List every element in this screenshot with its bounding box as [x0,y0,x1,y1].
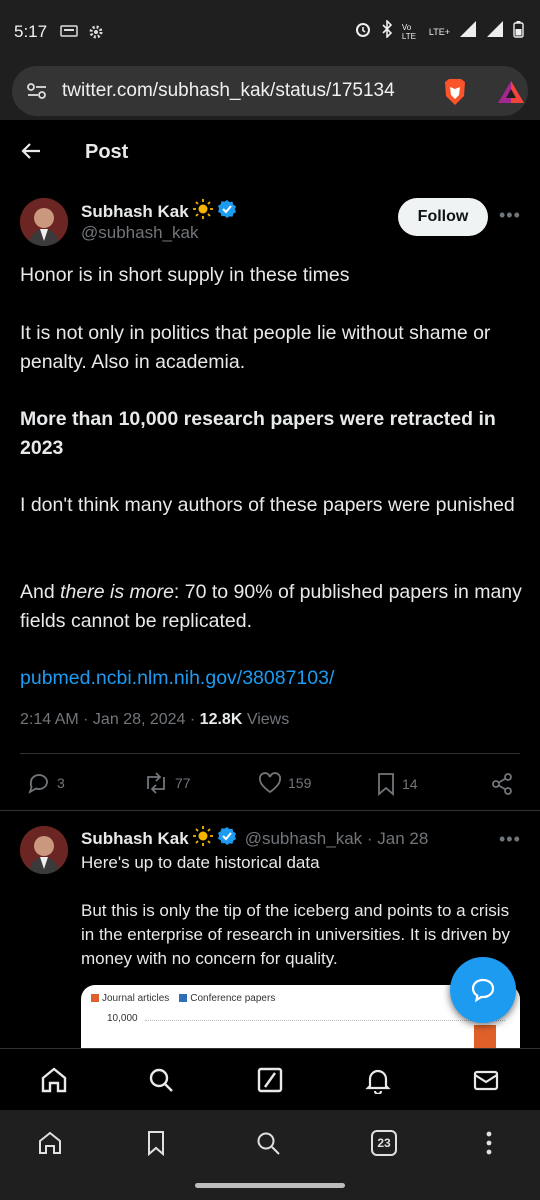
tweet-date[interactable]: Jan 28, 2024 [93,711,186,728]
tweet-text-line: Honor is in short supply in these times [20,264,350,286]
tweet-actions: 3 77 159 14 [0,767,540,801]
reply-count: 3 [57,775,65,791]
browser-search-icon[interactable] [255,1130,281,1161]
chart-legend: Journal articles Conference papers [91,993,275,1004]
back-arrow-icon[interactable] [20,140,42,167]
chart-bar [474,1025,496,1050]
reply-avatar[interactable] [20,826,68,874]
sun-icon [192,826,213,851]
brave-rewards-icon[interactable] [497,80,525,109]
notifications-bell-icon[interactable] [364,1066,392,1099]
author-name[interactable]: Subhash Kak [81,199,237,224]
status-time: 5:17 [14,22,48,41]
share-icon [492,773,512,795]
avatar[interactable] [20,198,68,246]
url-bar[interactable]: twitter.com/subhash_kak/status/175134 [12,66,528,116]
search-icon[interactable] [147,1066,175,1099]
url-text[interactable]: twitter.com/subhash_kak/status/175134 [62,80,432,102]
bookmark-count: 14 [402,776,418,792]
post-header: Post [0,120,540,184]
like-count: 159 [288,775,312,791]
divider [20,753,520,754]
tweet-text-paragraph: I don't think many authors of these pape… [20,494,515,516]
tweet-text-paragraph: It is not only in politics that people l… [20,322,491,373]
repost-icon [147,772,165,794]
page-title: Post [85,141,129,163]
chart-y-tick: 10,000 [107,1013,138,1024]
reply-text-paragraph: But this is only the tip of the iceberg … [81,901,510,968]
reply-text-line: Here's up to date historical data [81,853,320,872]
bookmark-icon [378,773,394,796]
gesture-bar[interactable] [195,1183,345,1188]
lte-label: LTE+ [428,26,450,37]
tab-switcher-button[interactable]: 23 [371,1130,397,1156]
home-icon[interactable] [40,1066,68,1099]
repost-count: 77 [175,775,191,791]
compose-reply-button[interactable] [450,957,516,1023]
browser-home-icon[interactable] [37,1130,63,1161]
reply-author-name[interactable]: Subhash Kak [81,829,189,849]
bluetooth-icon [381,19,393,43]
like-button[interactable]: 159 [258,772,311,794]
divider [0,810,540,811]
share-button[interactable] [490,772,514,796]
messages-icon[interactable] [472,1066,500,1099]
tweet-link[interactable]: pubmed.ncbi.nlm.nih.gov/38087103/ [20,667,334,689]
reply-icon [28,774,48,794]
signal-icon-2 [486,20,504,43]
volte-label: Vo LTE [401,22,416,41]
tweet-text-bold: More than 10,000 research papers were re… [20,408,496,459]
tweet-link-container: pubmed.ncbi.nlm.nih.gov/38087103/ [20,664,525,693]
browser-toolbar: twitter.com/subhash_kak/status/175134 [0,62,540,120]
bookmark-button[interactable]: 14 [376,772,418,796]
verified-badge-icon [217,199,237,224]
sun-icon [192,199,213,224]
repost-button[interactable]: 77 [143,772,191,794]
reply-handle-date[interactable]: @subhash_kak · Jan 28 [245,829,429,849]
x-bottom-nav [0,1048,540,1110]
chat-bubble-icon [471,978,495,1003]
browser-menu-icon[interactable] [480,1130,498,1161]
chart-gridline [145,1020,505,1021]
reply-button[interactable]: 3 [27,772,65,794]
views-label: Views [246,711,290,728]
battery-icon [513,20,524,43]
reply-header: Subhash Kak @subhash_kak · Jan 28 [81,826,428,851]
site-settings-icon[interactable] [26,82,48,105]
legend-item-conference: Conference papers [179,993,275,1004]
browser-bookmark-icon[interactable] [145,1130,167,1161]
brave-shield-icon[interactable] [442,78,468,111]
legend-label: Journal articles [102,993,170,1004]
alarm-icon [354,20,372,43]
legend-item-journal: Journal articles [91,993,169,1004]
reply-more-options-icon[interactable]: ••• [499,829,521,850]
tweet-time[interactable]: 2:14 AM [20,711,79,728]
author-handle[interactable]: @subhash_kak [81,223,198,243]
grok-icon[interactable] [256,1066,284,1099]
settings-icon [88,24,104,45]
legend-label: Conference papers [190,993,276,1004]
text-italic: there is more [60,581,174,603]
more-options-icon[interactable]: ••• [499,205,521,226]
text-segment: And [20,581,61,603]
heart-icon [258,772,282,794]
status-bar: 5:17 Vo LTE LTE+ [0,0,540,62]
tweet-meta: 2:14 AM · Jan 28, 2024 · 12.8K Views [20,711,290,728]
tweet-text-paragraph: And there is more: 70 to 90% of publishe… [20,578,525,636]
verified-badge-icon [217,826,237,851]
views-count: 12.8K [199,711,243,728]
notification-icon [60,24,78,45]
signal-icon [459,20,477,43]
follow-button[interactable]: Follow [398,198,488,236]
